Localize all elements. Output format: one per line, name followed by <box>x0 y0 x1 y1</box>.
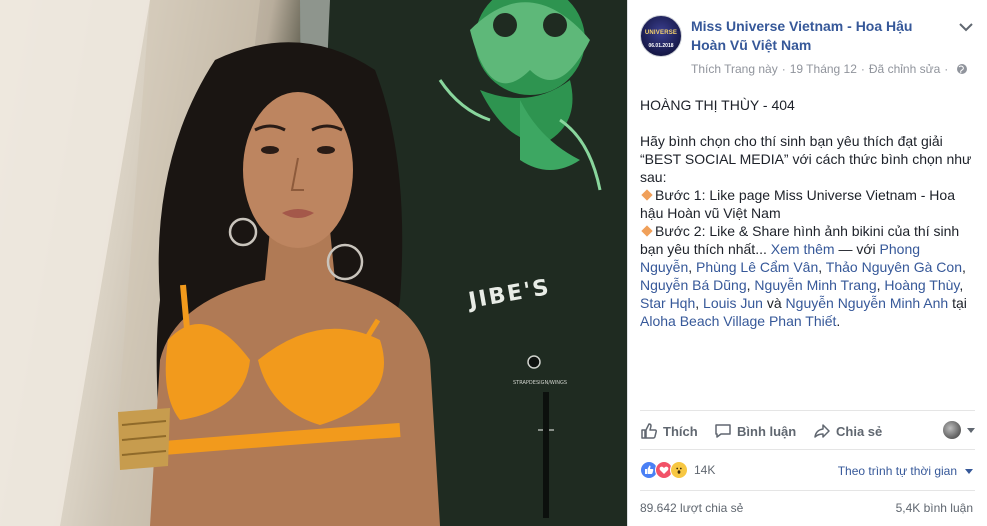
and-text: và <box>766 295 782 311</box>
sort-label: Theo trình tự thời gian <box>837 464 957 478</box>
see-more-link[interactable]: Xem thêm <box>771 241 835 257</box>
caret-down-icon <box>967 427 975 433</box>
location-link[interactable]: Aloha Beach Village Phan Thiết <box>640 313 836 329</box>
comment-sort-dropdown[interactable]: Theo trình tự thời gian <box>838 464 973 478</box>
viewer-avatar <box>943 421 961 439</box>
post-panel: UNIVERSE 06.01.2018 Miss Universe Vietna… <box>628 0 987 526</box>
with-text: — với <box>838 241 876 257</box>
post-title-line: HOÀNG THỊ THÙY - 404 <box>640 97 795 113</box>
orange-diamond-icon <box>641 189 653 201</box>
comment-icon <box>715 424 731 438</box>
avatar-date: 06.01.2018 <box>648 43 674 49</box>
tag-link[interactable]: Hoàng Thùy <box>884 277 959 293</box>
share-label: Chia sẻ <box>836 423 883 439</box>
like-label: Thích <box>663 423 698 439</box>
tag-link[interactable]: Nguyễn Minh Trang <box>754 277 876 293</box>
post-as-selector[interactable] <box>943 421 975 439</box>
post-photo[interactable]: JIBE'S STRAPDESIGN/WINGS <box>0 0 627 526</box>
comment-label: Bình luận <box>737 423 797 439</box>
comment-button[interactable]: Bình luận <box>714 419 796 443</box>
globe-icon <box>957 64 968 74</box>
avatar-logo-text: UNIVERSE <box>644 30 678 36</box>
meta-separator: · <box>860 62 865 76</box>
tag-link[interactable]: Louis Jun <box>703 295 763 311</box>
tag-link[interactable]: Nguyễn Bá Dũng <box>640 277 747 293</box>
post-date[interactable]: 19 Tháng 12 <box>790 62 857 76</box>
thumbs-up-icon <box>641 423 657 439</box>
tag-link[interactable]: Nguyễn Nguyễn Minh Anh <box>786 295 949 311</box>
step-1-text: Bước 1: Like page Miss Universe Vietnam … <box>640 187 955 221</box>
like-button[interactable]: Thích <box>640 419 698 443</box>
action-bar: Thích Bình luận Chia sẻ <box>640 419 975 443</box>
like-page-link[interactable]: Thích Trang này <box>691 62 778 76</box>
page-name-link[interactable]: Miss Universe Vietnam - Hoa Hậu Hoàn Vũ … <box>691 17 941 55</box>
reactions-count[interactable]: 14K <box>694 463 715 477</box>
share-icon <box>814 424 830 438</box>
post-intro: Hãy bình chọn cho thí sinh bạn yêu thích… <box>640 133 972 185</box>
post-step-2: Bước 2: Like & Share hình ảnh bikini của… <box>640 223 967 329</box>
post-step-1: Bước 1: Like page Miss Universe Vietnam … <box>640 186 973 222</box>
post-text: HOÀNG THỊ THÙY - 404 Hãy bình chọn cho t… <box>640 96 973 330</box>
photo-illustration: JIBE'S STRAPDESIGN/WINGS <box>0 0 627 526</box>
page-avatar[interactable]: UNIVERSE 06.01.2018 <box>640 15 682 57</box>
meta-separator: · <box>944 62 949 76</box>
share-button[interactable]: Chia sẻ <box>813 419 882 443</box>
tag-link[interactable]: Star Hqh <box>640 295 695 311</box>
comments-count[interactable]: 5,4K bình luận <box>896 501 973 515</box>
wow-reaction-icon <box>670 461 688 479</box>
edited-label[interactable]: Đã chỉnh sửa <box>869 62 940 76</box>
at-text: tại <box>952 295 967 311</box>
shares-count[interactable]: 89.642 lượt chia sẻ <box>640 501 743 515</box>
divider <box>640 449 975 450</box>
reactions-summary[interactable]: 14K <box>640 459 715 481</box>
orange-diamond-icon <box>641 225 653 237</box>
tag-link[interactable]: Phùng Lê Cẩm Vân <box>696 259 818 275</box>
divider <box>640 490 975 491</box>
divider <box>640 410 975 411</box>
caret-down-icon <box>965 468 973 474</box>
tag-link[interactable]: Thảo Nguyên Gà Con <box>826 259 962 275</box>
meta-separator: · <box>781 62 786 76</box>
board-label: STRAPDESIGN/WINGS <box>513 380 567 386</box>
chevron-down-icon[interactable] <box>959 22 973 32</box>
post-meta: Thích Trang này · 19 Tháng 12 · Đã chỉnh sửa… <box>691 62 968 76</box>
